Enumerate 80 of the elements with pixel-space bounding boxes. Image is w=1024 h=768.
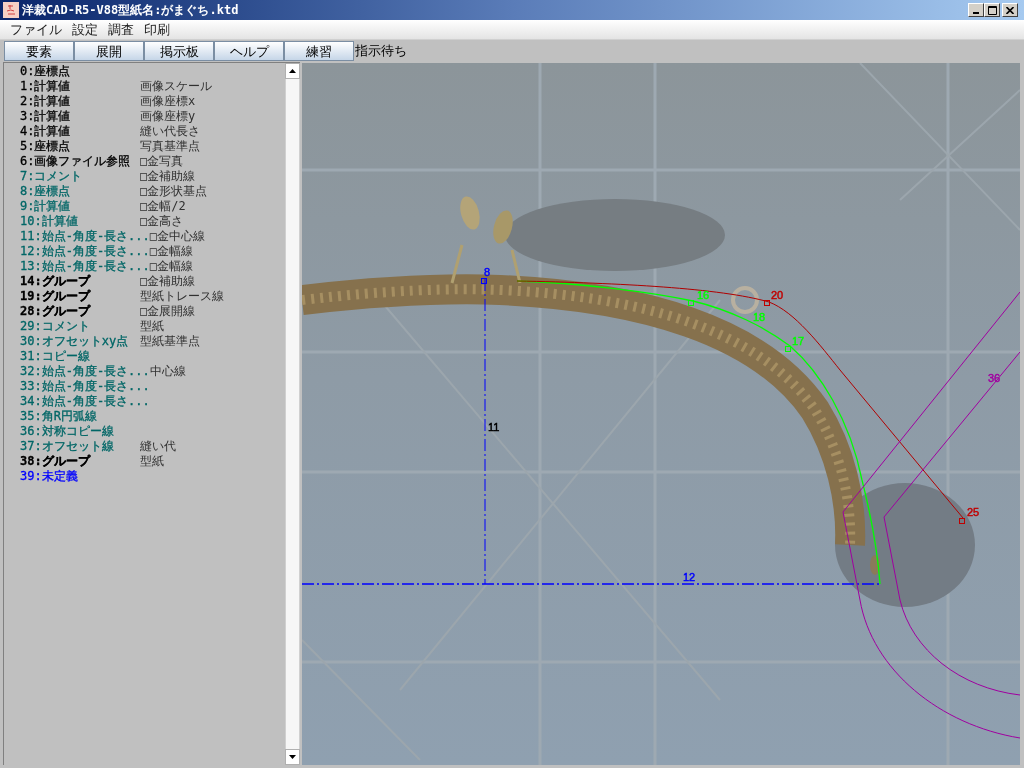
list-item[interactable]: 11:始点-角度-長さ...: [20, 229, 150, 243]
list-item[interactable]: 36:対称コピー線: [20, 424, 114, 438]
scroll-up-button[interactable]: [285, 63, 300, 79]
menu-item[interactable]: 印刷: [139, 20, 175, 39]
item-comment: 画像座標x: [140, 94, 196, 109]
list-item[interactable]: 28:グループ: [20, 304, 90, 318]
list-item[interactable]: 33:始点-角度-長さ...: [20, 379, 150, 393]
list-item[interactable]: 30:オフセットxy点: [20, 334, 129, 348]
minimize-icon: [973, 12, 979, 14]
item-comment: □金幅線: [149, 244, 194, 259]
item-comment: 写真基準点: [140, 139, 200, 154]
item-comment: 画像座標y: [140, 109, 196, 124]
scroll-down-button[interactable]: [285, 749, 300, 765]
list-item[interactable]: 14:グループ: [20, 274, 90, 288]
list-item[interactable]: 3:計算値: [20, 109, 71, 123]
list-item[interactable]: 13:始点-角度-長さ...: [20, 259, 150, 273]
list-item[interactable]: 29:コメント: [20, 319, 90, 333]
status-text: 指示待ち: [355, 42, 407, 60]
list-item[interactable]: 8:座標点: [20, 184, 71, 198]
list-item[interactable]: 2:計算値: [20, 94, 71, 108]
list-item[interactable]: 34:始点-角度-長さ...: [20, 394, 150, 408]
item-comment: □金高さ: [140, 214, 184, 229]
app-icon: [3, 2, 19, 18]
maximize-icon: [987, 5, 997, 15]
list-item[interactable]: 35:角R円弧線: [20, 409, 97, 423]
menu-item[interactable]: 調査: [103, 20, 139, 39]
item-comment: □金幅/2: [140, 199, 186, 214]
list-item[interactable]: 10:計算値: [20, 214, 78, 228]
item-comment: □金補助線: [140, 274, 196, 289]
point-label: 8: [484, 266, 491, 278]
toolbar-button[interactable]: 掲示板: [144, 41, 214, 61]
toolbar-button[interactable]: ヘルプ: [214, 41, 284, 61]
item-comment: 型紙: [140, 454, 164, 469]
list-item[interactable]: 12:始点-角度-長さ...: [20, 244, 150, 258]
point-label: 16: [697, 289, 710, 301]
point-label: 17: [792, 335, 805, 347]
list-item[interactable]: 7:コメント: [20, 169, 83, 183]
list-item[interactable]: 6:画像ファイル参照: [20, 154, 131, 168]
menu-item[interactable]: 設定: [67, 20, 103, 39]
point-label: 11: [488, 421, 500, 433]
list-item[interactable]: 5:座標点: [20, 139, 71, 153]
list-item[interactable]: 37:オフセット線: [20, 439, 114, 453]
item-comment: 縫い代: [140, 439, 176, 454]
item-comment: 型紙基準点: [140, 334, 200, 349]
item-comment: □金展開線: [140, 304, 196, 319]
toolbar-button[interactable]: 練習: [284, 41, 354, 61]
list-item[interactable]: 38:グループ: [20, 454, 90, 468]
list-item[interactable]: 4:計算値: [20, 124, 71, 138]
triangle-up-icon: [289, 69, 296, 73]
maximize-button[interactable]: [984, 3, 1000, 17]
item-comment: 縫い代長さ: [140, 124, 200, 139]
close-button[interactable]: [1002, 3, 1018, 17]
point-label: 25: [967, 506, 980, 518]
close-icon: [1006, 6, 1014, 14]
list-item[interactable]: 9:計算値: [20, 199, 71, 213]
item-comment: □金中心線: [149, 229, 206, 244]
toolbar-button[interactable]: 要素: [4, 41, 74, 61]
toolbar-button[interactable]: 展開: [74, 41, 144, 61]
point-label: 36: [988, 372, 1001, 384]
point-label: 12: [683, 571, 696, 583]
list-item[interactable]: 19:グループ: [20, 289, 90, 303]
point-label: 20: [771, 289, 784, 301]
list-item[interactable]: 1:計算値: [20, 79, 71, 93]
item-comment: □金幅線: [149, 259, 194, 274]
list-item[interactable]: 32:始点-角度-長さ...: [20, 364, 150, 378]
minimize-button[interactable]: [968, 3, 984, 17]
item-comment: 中心線: [149, 364, 186, 379]
item-comment: 型紙: [140, 319, 164, 334]
list-item[interactable]: 0:座標点: [20, 64, 71, 78]
item-comment: □金写真: [140, 154, 184, 169]
list-item[interactable]: 31:コピー線: [20, 349, 90, 363]
list-item[interactable]: 39:未定義: [20, 469, 78, 483]
window-title: 洋裁CAD-R5-V88型紙名:がまぐち.ktd: [22, 2, 239, 18]
menu-item[interactable]: ファイル: [5, 20, 67, 39]
item-comment: 画像スケール: [140, 79, 212, 94]
item-comment: □金形状基点: [140, 184, 208, 199]
point-label: 18: [753, 311, 766, 323]
item-comment: 型紙トレース線: [140, 289, 224, 304]
triangle-down-icon: [289, 755, 296, 759]
item-comment: □金補助線: [140, 169, 196, 184]
